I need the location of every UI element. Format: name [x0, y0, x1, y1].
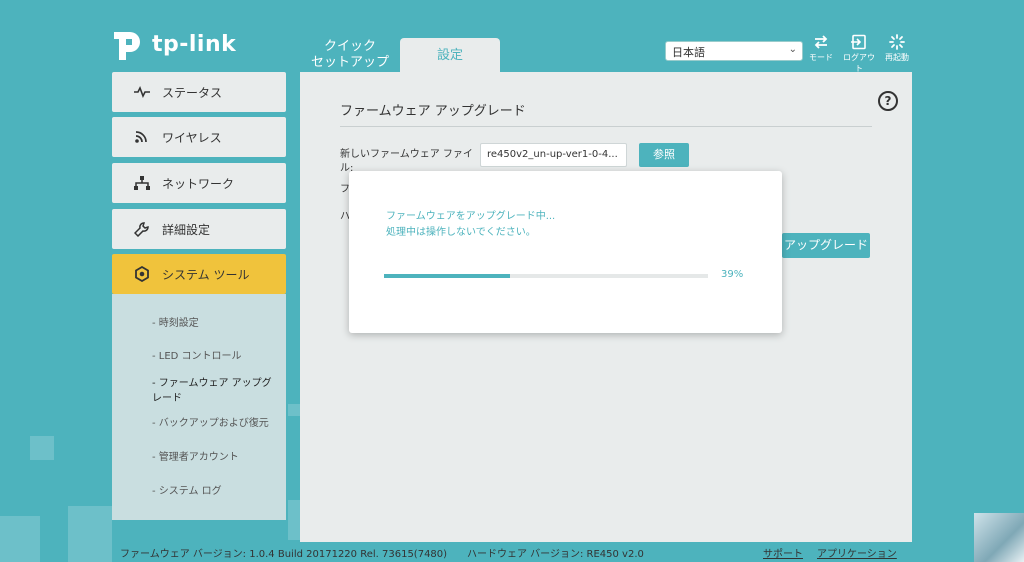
dialog-warning: 処理中は操作しないでください。	[386, 227, 536, 238]
reboot-button[interactable]: 再起動	[880, 34, 914, 63]
sidebar-item-wireless[interactable]: ワイヤレス	[112, 117, 286, 157]
sidebar-item-advanced[interactable]: 詳細設定	[112, 209, 286, 249]
browse-button[interactable]: 参照	[639, 143, 689, 167]
logout-label: ログアウト	[843, 53, 875, 73]
subitem-admin-account[interactable]: - 管理者アカウント	[152, 450, 277, 465]
application-link[interactable]: アプリケーション	[817, 545, 897, 560]
sidebar-item-system-tools[interactable]: システム ツール	[112, 254, 286, 294]
background-decoration	[288, 404, 300, 416]
footer: ファームウェア バージョン: 1.0.4 Build 20171220 Rel.…	[0, 540, 1024, 562]
subitem-led-control[interactable]: - LED コントロール	[152, 349, 277, 364]
firmware-version: ファームウェア バージョン: 1.0.4 Build 20171220 Rel.…	[120, 549, 448, 560]
mode-label: モード	[809, 53, 833, 62]
corner-thumbnail-image	[974, 513, 1024, 562]
progress-fill	[384, 274, 511, 278]
subitem-backup-restore[interactable]: - バックアップおよび復元	[152, 416, 277, 431]
mode-icon	[814, 35, 828, 49]
wireless-icon	[135, 131, 147, 143]
background-decoration	[30, 436, 54, 460]
subitem-firmware-upgrade[interactable]: - ファームウェア アップグ レード	[152, 376, 277, 406]
language-value: 日本語	[672, 46, 705, 59]
tab-settings-label: 設定	[436, 48, 463, 63]
tab-quick-setup-label: クイック セットアップ	[310, 39, 389, 70]
tab-quick-setup[interactable]: クイック セットアップ	[300, 38, 400, 72]
sidebar-item-status[interactable]: ステータス	[112, 72, 286, 112]
upgrade-button[interactable]: アップグレード	[782, 233, 870, 258]
logout-icon	[851, 34, 866, 50]
system-tools-icon	[135, 266, 149, 282]
advanced-icon	[134, 222, 149, 237]
help-icon[interactable]: ?	[878, 91, 898, 111]
logo-icon	[114, 32, 140, 60]
hardware-version: ハードウェア バージョン: RE450 v2.0	[467, 549, 644, 560]
logo-text: tp-link	[152, 31, 237, 57]
mode-button[interactable]: モード	[804, 34, 838, 63]
language-select[interactable]: 日本語 ⌄	[665, 41, 803, 61]
firmware-file-field[interactable]: re450v2_un-up-ver1-0-4...	[480, 143, 627, 167]
subitem-system-log[interactable]: - システム ログ	[152, 484, 277, 499]
title-divider	[340, 126, 872, 127]
sidebar-item-network[interactable]: ネットワーク	[112, 163, 286, 203]
sidebar-item-label: ワイヤレス	[162, 130, 222, 145]
page-title: ファームウェア アップグレード	[340, 104, 526, 119]
background-decoration	[288, 500, 300, 540]
progress-bar	[384, 274, 708, 278]
dialog-message: ファームウェアをアップグレード中...	[386, 211, 556, 222]
chevron-down-icon: ⌄	[788, 44, 797, 55]
reboot-icon	[889, 34, 905, 50]
reboot-label: 再起動	[885, 53, 909, 62]
tab-settings[interactable]: 設定	[400, 38, 500, 72]
progress-percent: 39%	[721, 269, 744, 280]
logout-button[interactable]: ログアウト	[842, 34, 876, 74]
subitem-time-settings[interactable]: - 時刻設定	[152, 316, 277, 331]
network-icon	[134, 176, 150, 190]
status-icon	[134, 86, 150, 98]
sidebar-item-label: ネットワーク	[162, 176, 235, 191]
sidebar-item-label: ステータス	[162, 85, 223, 100]
sidebar-item-label: システム ツール	[162, 267, 250, 282]
support-link[interactable]: サポート	[763, 545, 803, 560]
upgrade-progress-dialog: ファームウェアをアップグレード中... 処理中は操作しないでください。 39%	[349, 171, 782, 333]
tp-link-logo: tp-link	[110, 26, 236, 62]
sidebar-item-label: 詳細設定	[162, 222, 211, 237]
